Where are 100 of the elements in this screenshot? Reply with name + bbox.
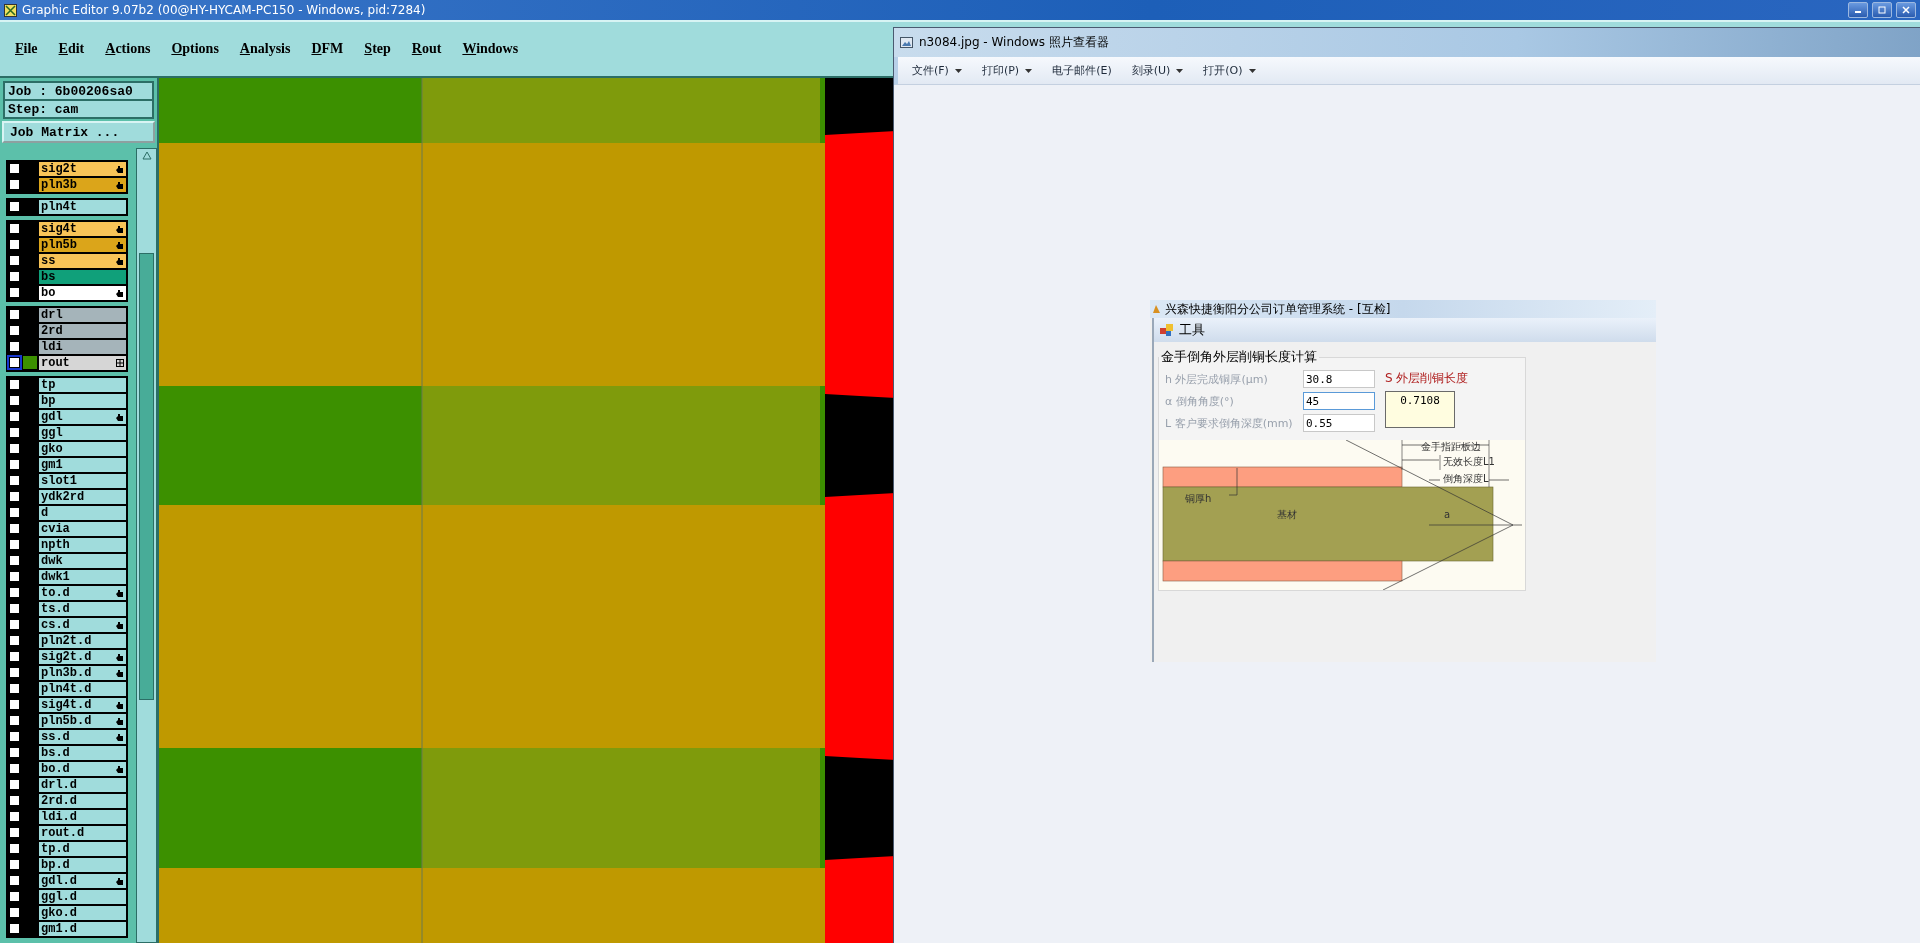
layer-checkbox[interactable]: [9, 325, 20, 336]
layer-name[interactable]: bp: [39, 394, 126, 408]
layer-name[interactable]: ss: [39, 254, 126, 268]
layer-checkbox[interactable]: [9, 539, 20, 550]
layer-name[interactable]: ldi.d: [39, 810, 126, 824]
job-matrix-button[interactable]: Job Matrix ...: [2, 121, 155, 143]
layer-checkbox[interactable]: [9, 603, 20, 614]
layer-name[interactable]: pln2t.d: [39, 634, 126, 648]
layer-name[interactable]: gko.d: [39, 906, 126, 920]
layer-name[interactable]: to.d: [39, 586, 126, 600]
layer-name[interactable]: d: [39, 506, 126, 520]
layer-checkbox[interactable]: [9, 255, 20, 266]
layer-checkbox[interactable]: [9, 763, 20, 774]
layer-checkbox[interactable]: [9, 491, 20, 502]
layer-checkbox[interactable]: [9, 731, 20, 742]
maximize-button[interactable]: [1872, 2, 1892, 18]
layer-name[interactable]: bo.d: [39, 762, 126, 776]
layer-checkbox[interactable]: [9, 271, 20, 282]
layer-name[interactable]: tp.d: [39, 842, 126, 856]
input-field[interactable]: 0.55: [1303, 414, 1375, 432]
layer-name[interactable]: pln5b.d: [39, 714, 126, 728]
layer-checkbox[interactable]: [9, 715, 20, 726]
layer-name[interactable]: ggl: [39, 426, 126, 440]
layer-checkbox[interactable]: [9, 891, 20, 902]
layer-checkbox[interactable]: [9, 341, 20, 352]
layer-name[interactable]: gko: [39, 442, 126, 456]
layer-name[interactable]: bp.d: [39, 858, 126, 872]
layer-name[interactable]: drl: [39, 308, 126, 322]
layer-checkbox[interactable]: [9, 907, 20, 918]
layer-checkbox[interactable]: [9, 667, 20, 678]
layer-name[interactable]: gdl.d: [39, 874, 126, 888]
menu-item[interactable]: Edit: [58, 41, 85, 57]
layer-checkbox[interactable]: [9, 163, 20, 174]
input-field[interactable]: 45: [1303, 392, 1375, 410]
minimize-button[interactable]: [1848, 2, 1868, 18]
layer-checkbox[interactable]: [9, 507, 20, 518]
layer-name[interactable]: sig4t: [39, 222, 126, 236]
layer-name[interactable]: pln3b.d: [39, 666, 126, 680]
layer-checkbox[interactable]: [9, 555, 20, 566]
toolbar-menu-item[interactable]: 电子邮件(E): [1052, 63, 1112, 78]
layer-name[interactable]: drl.d: [39, 778, 126, 792]
layer-checkbox[interactable]: [9, 923, 20, 934]
layer-name[interactable]: cvia: [39, 522, 126, 536]
layer-checkbox[interactable]: [9, 795, 20, 806]
layer-checkbox[interactable]: [9, 779, 20, 790]
layer-name[interactable]: sig2t.d: [39, 650, 126, 664]
layer-checkbox[interactable]: [9, 357, 20, 368]
layer-checkbox[interactable]: [9, 683, 20, 694]
layer-name[interactable]: tp: [39, 378, 126, 392]
menu-item[interactable]: Windows: [462, 41, 519, 57]
layer-name[interactable]: rout.d: [39, 826, 126, 840]
layer-name[interactable]: ydk2rd: [39, 490, 126, 504]
menu-item[interactable]: File: [15, 41, 38, 57]
layer-name[interactable]: pln3b: [39, 178, 126, 192]
layer-checkbox[interactable]: [9, 427, 20, 438]
layer-name[interactable]: gm1.d: [39, 922, 126, 936]
layer-checkbox[interactable]: [9, 179, 20, 190]
layer-checkbox[interactable]: [9, 875, 20, 886]
layer-name[interactable]: dwk: [39, 554, 126, 568]
layer-checkbox[interactable]: [9, 201, 20, 212]
layer-name[interactable]: ts.d: [39, 602, 126, 616]
layer-name[interactable]: dwk1: [39, 570, 126, 584]
layer-name[interactable]: 2rd.d: [39, 794, 126, 808]
layer-name[interactable]: ggl.d: [39, 890, 126, 904]
layer-checkbox[interactable]: [9, 443, 20, 454]
layer-checkbox[interactable]: [9, 239, 20, 250]
layer-checkbox[interactable]: [9, 635, 20, 646]
menu-item[interactable]: Step: [364, 41, 391, 57]
layer-name[interactable]: ss.d: [39, 730, 126, 744]
layer-checkbox[interactable]: [9, 379, 20, 390]
layer-checkbox[interactable]: [9, 309, 20, 320]
layer-name[interactable]: pln4t: [39, 200, 126, 214]
layer-name[interactable]: sig2t: [39, 162, 126, 176]
scrollbar[interactable]: [136, 148, 157, 943]
layer-name[interactable]: gm1: [39, 458, 126, 472]
menu-item[interactable]: Rout: [411, 41, 442, 57]
toolbar-menu-item[interactable]: 刻录(U): [1131, 63, 1184, 78]
layer-name[interactable]: gdl: [39, 410, 126, 424]
layer-name[interactable]: pln5b: [39, 238, 126, 252]
layer-name[interactable]: rout: [39, 356, 126, 370]
layer-checkbox[interactable]: [9, 811, 20, 822]
layer-name[interactable]: slot1: [39, 474, 126, 488]
layer-checkbox[interactable]: [9, 843, 20, 854]
toolbar-menu-item[interactable]: 文件(F): [912, 63, 962, 78]
layer-checkbox[interactable]: [9, 619, 20, 630]
layer-name[interactable]: bo: [39, 286, 126, 300]
layer-checkbox[interactable]: [9, 223, 20, 234]
layer-checkbox[interactable]: [9, 287, 20, 298]
layer-name[interactable]: bs: [39, 270, 126, 284]
layer-checkbox[interactable]: [9, 475, 20, 486]
layer-name[interactable]: cs.d: [39, 618, 126, 632]
layer-name[interactable]: pln4t.d: [39, 682, 126, 696]
layer-name[interactable]: ldi: [39, 340, 126, 354]
input-field[interactable]: 30.8: [1303, 370, 1375, 388]
layer-checkbox[interactable]: [9, 827, 20, 838]
layer-name[interactable]: sig4t.d: [39, 698, 126, 712]
layer-checkbox[interactable]: [9, 523, 20, 534]
close-button[interactable]: [1896, 2, 1916, 18]
layer-checkbox[interactable]: [9, 411, 20, 422]
layer-checkbox[interactable]: [9, 651, 20, 662]
